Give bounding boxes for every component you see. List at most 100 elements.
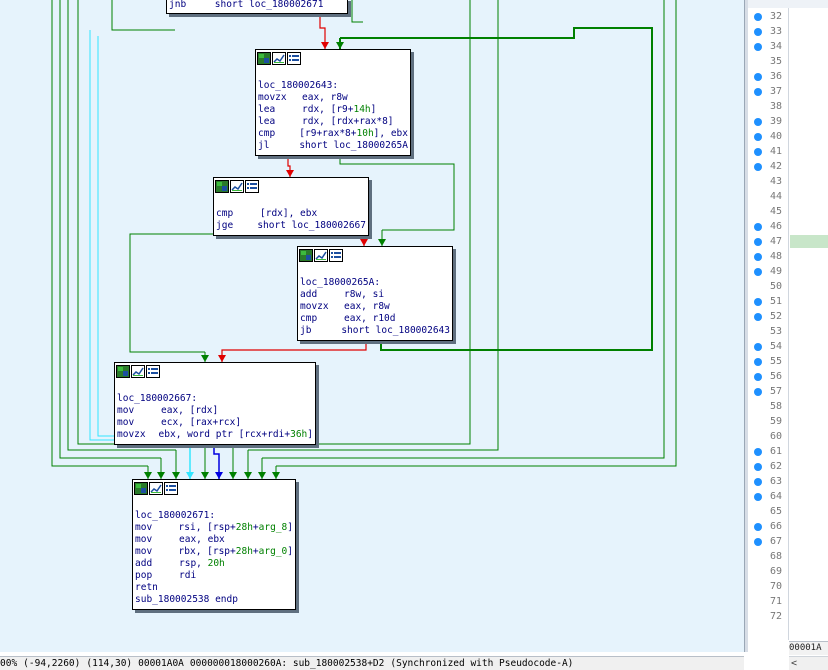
instruction-line[interactable]: movzx eax, r8w (258, 92, 408, 104)
gutter-line[interactable]: 66 (748, 520, 788, 535)
graph-edit-icon[interactable] (149, 482, 163, 495)
instruction-line[interactable]: mov eax, ebx (135, 534, 293, 546)
breakpoint-dot-icon[interactable] (754, 118, 762, 126)
gutter-line[interactable]: 35 (748, 55, 788, 70)
node-color-icon[interactable] (257, 52, 271, 65)
breakpoint-dot-icon[interactable] (754, 358, 762, 366)
instruction-line[interactable]: mov ecx, [rax+rcx] (117, 417, 313, 429)
gutter-line[interactable]: 33 (748, 25, 788, 40)
instruction-line[interactable]: movzx ebx, word ptr [rcx+rdi+36h] (117, 429, 313, 441)
breakpoint-dot-icon[interactable] (754, 313, 762, 321)
list-view-icon[interactable] (146, 365, 160, 378)
breakpoint-dot-icon[interactable] (754, 148, 762, 156)
gutter-line[interactable]: 36 (748, 70, 788, 85)
code-label[interactable]: loc_18000265A: (300, 277, 450, 289)
gutter-line[interactable]: 51 (748, 295, 788, 310)
breakpoint-dot-icon[interactable] (754, 493, 762, 501)
node-color-icon[interactable] (215, 180, 229, 193)
instruction-line[interactable]: lea rdx, [r9+14h] (258, 104, 408, 116)
breakpoint-dot-icon[interactable] (754, 538, 762, 546)
gutter-line[interactable]: 54 (748, 340, 788, 355)
gutter-line[interactable]: 43 (748, 175, 788, 190)
breakpoint-dot-icon[interactable] (754, 388, 762, 396)
list-view-icon[interactable] (329, 249, 343, 262)
instruction-line[interactable]: pop rdi (135, 570, 293, 582)
instruction-line[interactable]: cmp [rdx], ebx (216, 208, 366, 220)
instruction-line[interactable]: mov rbx, [rsp+28h+arg_0] (135, 546, 293, 558)
breakpoint-dot-icon[interactable] (754, 133, 762, 141)
gutter-line[interactable]: 32 (748, 10, 788, 25)
gutter-line[interactable]: 68 (748, 550, 788, 565)
instruction-line[interactable]: add r8w, si (300, 289, 450, 301)
code-label[interactable]: loc_180002643: (258, 80, 408, 92)
code-block-cmp-rdx[interactable]: cmp [rdx], ebx jge short loc_180002667 (213, 177, 369, 236)
graph-edit-icon[interactable] (230, 180, 244, 193)
instruction-line[interactable]: add rsp, 20h (135, 558, 293, 570)
instruction-line[interactable]: lea rdx, [rdx+rax*8] (258, 116, 408, 128)
breakpoint-dot-icon[interactable] (754, 373, 762, 381)
graph-edit-icon[interactable] (272, 52, 286, 65)
breakpoint-dot-icon[interactable] (754, 73, 762, 81)
breakpoint-dot-icon[interactable] (754, 253, 762, 261)
gutter-line[interactable]: 53 (748, 325, 788, 340)
instruction-line[interactable]: jge short loc_180002667 (216, 220, 366, 232)
node-color-icon[interactable] (134, 482, 148, 495)
instruction-line[interactable]: retn (135, 582, 293, 594)
pseudocode-pane[interactable] (788, 8, 828, 640)
node-color-icon[interactable] (299, 249, 313, 262)
gutter-line[interactable]: 38 (748, 100, 788, 115)
pseudocode-hscrollbar[interactable]: < (789, 656, 828, 670)
gutter-line[interactable]: 58 (748, 400, 788, 415)
gutter-line[interactable]: 44 (748, 190, 788, 205)
gutter-line[interactable]: 61 (748, 445, 788, 460)
gutter-line[interactable]: 45 (748, 205, 788, 220)
breakpoint-dot-icon[interactable] (754, 298, 762, 306)
instruction-line[interactable]: cmp [r9+rax*8+10h], ebx (258, 128, 408, 140)
gutter-line[interactable]: 56 (748, 370, 788, 385)
gutter-line[interactable]: 42 (748, 160, 788, 175)
list-view-icon[interactable] (164, 482, 178, 495)
breakpoint-dot-icon[interactable] (754, 523, 762, 531)
breakpoint-dot-icon[interactable] (754, 223, 762, 231)
gutter-line[interactable]: 70 (748, 580, 788, 595)
instruction-line[interactable]: mov rsi, [rsp+28h+arg_8] (135, 522, 293, 534)
gutter-line[interactable]: 57 (748, 385, 788, 400)
breakpoint-dot-icon[interactable] (754, 28, 762, 36)
gutter-line[interactable]: 72 (748, 610, 788, 625)
instruction-line[interactable]: mov eax, [rdx] (117, 405, 313, 417)
partial-node-top[interactable]: jnb short loc_180002671 (166, 0, 348, 14)
breakpoint-dot-icon[interactable] (754, 448, 762, 456)
code-block-loc-180002671[interactable]: loc_180002671: mov rsi, [rsp+28h+arg_8] mov… (132, 479, 296, 610)
breakpoint-dot-icon[interactable] (754, 88, 762, 96)
gutter-line[interactable]: 59 (748, 415, 788, 430)
gutter-line[interactable]: 55 (748, 355, 788, 370)
breakpoint-dot-icon[interactable] (754, 268, 762, 276)
gutter-line[interactable]: 46 (748, 220, 788, 235)
gutter-line[interactable]: 37 (748, 85, 788, 100)
node-color-icon[interactable] (116, 365, 130, 378)
breakpoint-dot-icon[interactable] (754, 238, 762, 246)
gutter-line[interactable]: 48 (748, 250, 788, 265)
code-block-loc-18000265a[interactable]: loc_18000265A: add r8w, si movzx eax, r8w cmp… (297, 246, 453, 341)
graph-edit-icon[interactable] (314, 249, 328, 262)
code-label[interactable]: loc_180002667: (117, 393, 313, 405)
gutter-line[interactable]: 62 (748, 460, 788, 475)
instruction-line[interactable]: cmp eax, r10d (300, 313, 450, 325)
breakpoint-dot-icon[interactable] (754, 478, 762, 486)
breakpoint-dot-icon[interactable] (754, 343, 762, 351)
gutter-line[interactable]: 47 (748, 235, 788, 250)
breakpoint-dot-icon[interactable] (754, 43, 762, 51)
list-view-icon[interactable] (287, 52, 301, 65)
gutter-line[interactable]: 71 (748, 595, 788, 610)
gutter-line[interactable]: 52 (748, 310, 788, 325)
gutter-line[interactable]: 63 (748, 475, 788, 490)
instruction-line[interactable]: jb short loc_180002643 (300, 325, 450, 337)
gutter-line[interactable]: 49 (748, 265, 788, 280)
instruction-line[interactable]: movzx eax, r8w (300, 301, 450, 313)
instruction-line[interactable]: jl short loc_18000265A (258, 140, 408, 152)
gutter-line[interactable]: 65 (748, 505, 788, 520)
list-view-icon[interactable] (245, 180, 259, 193)
gutter-line[interactable]: 34 (748, 40, 788, 55)
breakpoint-dot-icon[interactable] (754, 13, 762, 21)
gutter-line[interactable]: 64 (748, 490, 788, 505)
